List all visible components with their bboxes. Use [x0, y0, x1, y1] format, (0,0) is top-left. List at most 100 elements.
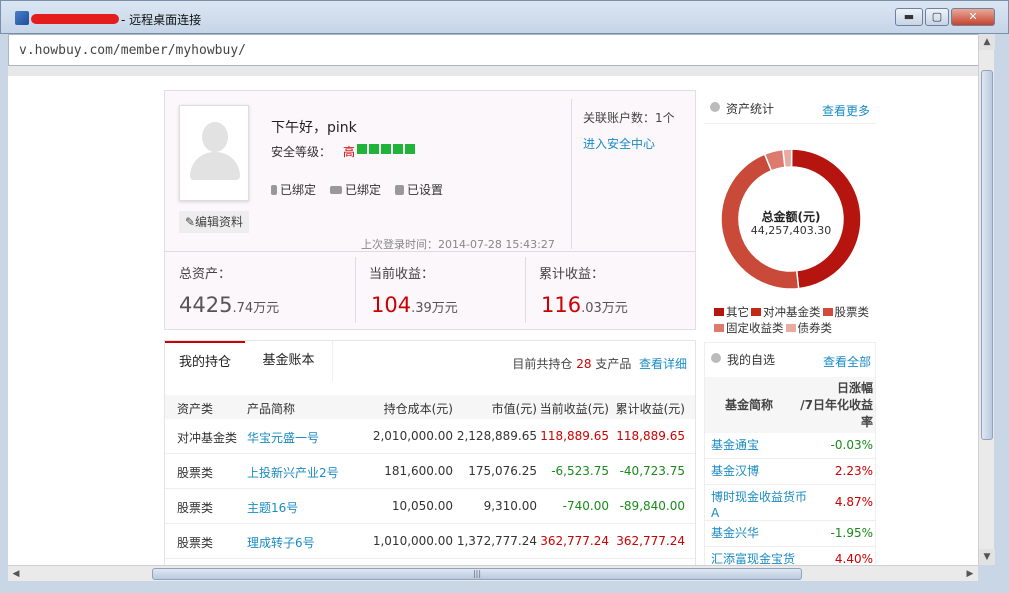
- horizontal-scroll-thumb[interactable]: |||: [152, 568, 802, 580]
- donut-center-label: 总金额(元): [761, 210, 821, 224]
- cell-product-name-link[interactable]: 华宝元盛一号: [247, 429, 319, 446]
- asset-more-link[interactable]: 查看更多: [822, 102, 870, 119]
- cell-current-income: 118,889.65: [540, 429, 609, 443]
- watchlist-row[interactable]: 基金通宝 -0.03%: [705, 433, 875, 459]
- divider: [571, 99, 572, 249]
- cell-cumulative-income: 118,889.65: [616, 429, 685, 443]
- scroll-down-arrow-icon[interactable]: ▼: [979, 549, 995, 565]
- donut-slice[interactable]: [782, 148, 793, 169]
- total-assets-dec: .74万元: [232, 301, 280, 316]
- security-bar: [381, 144, 391, 154]
- security-label: 安全等级：: [271, 145, 332, 159]
- cell-current-income: -6,523.75: [551, 464, 609, 478]
- current-income-dec: .39万元: [411, 301, 458, 316]
- watch-fund-name[interactable]: 汇添富现金宝货: [711, 551, 807, 565]
- table-row[interactable]: 股票类 上投新兴产业2号 181,600.00 175,076.25 -6,523.75…: [165, 454, 695, 489]
- cell-cost: 181,600.00: [384, 464, 453, 478]
- vertical-scrollbar[interactable]: ▲ ▼: [978, 34, 995, 565]
- cell-product-name-link[interactable]: 主题16号: [247, 499, 298, 516]
- cumulative-income-label: 累计收益：: [539, 267, 605, 282]
- holdings-panel: 我的持仓 基金账本 目前共持仓 28 支产品 查看详细 资产类 产品简称 持仓成…: [164, 340, 696, 565]
- scroll-left-arrow-icon[interactable]: ◀: [8, 566, 24, 582]
- summary-prefix: 目前共持仓: [512, 357, 573, 371]
- legend-label: 其它: [726, 305, 749, 319]
- tab-my-holdings[interactable]: 我的持仓: [165, 341, 245, 381]
- asset-stats-card: 资产统计 查看更多 总金额(元) 44,257,403.30 其它 对冲基金类 股票…: [704, 90, 876, 335]
- cumulative-income-value: 116.03万元: [541, 293, 628, 317]
- legend-item[interactable]: 固定收益类: [714, 320, 784, 336]
- watch-fund-rate: 2.23%: [834, 464, 873, 478]
- legend-swatch: [785, 324, 796, 332]
- cell-cost: 1,010,000.00: [372, 534, 453, 548]
- security-bar: [369, 144, 379, 154]
- tab-fund-ledger[interactable]: 基金账本: [245, 341, 333, 381]
- horizontal-scrollbar[interactable]: ◀ ||| ▶: [8, 565, 978, 581]
- legend-item[interactable]: 对冲基金类: [751, 304, 821, 320]
- mail-icon: [330, 185, 343, 194]
- watchlist-panel: 我的自选 查看全部 基金简称 日涨幅 /7日年化收益 率 基金通宝 -0.03% 基…: [704, 342, 876, 565]
- phone-icon: [271, 184, 277, 195]
- watchlist-row[interactable]: 汇添富现金宝货 4.40%: [705, 547, 875, 565]
- password-status-label: 已设置: [407, 183, 444, 197]
- total-assets-int: 4425: [179, 293, 233, 317]
- window-titlebar: - 远程桌面连接 ▬ ▢ ✕: [0, 0, 1009, 34]
- address-url[interactable]: v.howbuy.com/member/myhowbuy/: [19, 43, 246, 58]
- summary-count: 28: [576, 357, 592, 371]
- watch-fund-name[interactable]: 基金汉博: [711, 463, 807, 479]
- watchlist-row[interactable]: 博时现金收益货币A 4.87%: [705, 485, 875, 521]
- last-login-time: 上次登录时间：2014-07-28 15:43:27: [361, 238, 555, 251]
- watchlist-row[interactable]: 基金汉博 2.23%: [705, 459, 875, 485]
- address-bar[interactable]: v.howbuy.com/member/myhowbuy/: [8, 34, 993, 66]
- scroll-right-arrow-icon[interactable]: ▶: [962, 566, 978, 582]
- security-bar: [393, 144, 403, 154]
- watch-fund-name[interactable]: 博时现金收益货币A: [711, 489, 807, 521]
- minimize-button[interactable]: ▬: [895, 8, 923, 26]
- table-row[interactable]: 股票类 主题16号 10,050.00 9,310.00 -740.00 -89,840.…: [165, 489, 695, 524]
- table-row[interactable]: 股票类 理成转子6号 1,010,000.00 1,372,777.24 362,777…: [165, 524, 695, 559]
- maximize-button[interactable]: ▢: [925, 8, 949, 26]
- legend-item[interactable]: 股票类: [822, 304, 869, 320]
- cumulative-income-int: 116: [541, 293, 582, 317]
- row-divider: [165, 558, 695, 559]
- vertical-scroll-thumb[interactable]: [981, 70, 993, 440]
- asset-stats-header: 资产统计 查看更多: [704, 90, 876, 124]
- holdings-table-header: 资产类 产品简称 持仓成本(元) 市值(元) 当前收益(元) 累计收益(元): [165, 395, 695, 419]
- cell-market-value: 2,128,889.65: [456, 429, 537, 443]
- cell-product-name-link[interactable]: 理成转子6号: [247, 534, 315, 551]
- col-current-income: 当前收益(元): [539, 402, 609, 416]
- col-asset-type: 资产类: [177, 402, 214, 416]
- security-bar: [405, 144, 415, 154]
- scroll-up-arrow-icon[interactable]: ▲: [979, 34, 995, 50]
- redacted-host: [31, 14, 119, 24]
- legend-item[interactable]: 其它: [714, 304, 749, 320]
- edit-profile-button[interactable]: ✎编辑资料: [179, 211, 249, 233]
- legend-label: 债券类: [797, 321, 833, 335]
- donut-center-value: 44,257,403.30: [750, 224, 832, 237]
- password-status[interactable]: 已设置: [395, 181, 443, 198]
- divider: [525, 257, 526, 323]
- cell-asset-type: 股票类: [177, 466, 214, 480]
- phone-bind-status[interactable]: 已绑定: [271, 181, 316, 198]
- watch-fund-name[interactable]: 基金通宝: [711, 437, 807, 453]
- cell-product-name-link[interactable]: 上投新兴产业2号: [247, 464, 339, 481]
- watch-fund-rate: 4.40%: [834, 552, 873, 565]
- table-row[interactable]: 对冲基金类 华宝元盛一号 2,010,000.00 2,128,889.65 118,8…: [165, 419, 695, 454]
- summary-suffix: 支产品: [595, 357, 632, 371]
- close-button[interactable]: ✕: [951, 8, 995, 26]
- holdings-detail-link[interactable]: 查看详细: [639, 357, 687, 371]
- lock-icon: [395, 184, 405, 195]
- watch-fund-rate: -0.03%: [830, 438, 873, 452]
- watchlist-all-link[interactable]: 查看全部: [823, 353, 871, 370]
- security-center-link[interactable]: 进入安全中心: [583, 135, 655, 152]
- avatar[interactable]: [179, 105, 249, 201]
- col-product-name: 产品简称: [247, 402, 296, 416]
- watch-col-rate-1: 日涨幅: [836, 381, 873, 395]
- cell-cumulative-income: -40,723.75: [619, 464, 685, 478]
- email-bind-status[interactable]: 已绑定: [330, 181, 381, 198]
- watch-fund-name[interactable]: 基金兴华: [711, 525, 807, 541]
- col-cumulative-income: 累计收益(元): [615, 402, 685, 416]
- watchlist-row[interactable]: 基金兴华 -1.95%: [705, 521, 875, 547]
- legend-swatch: [751, 308, 761, 316]
- legend-item[interactable]: 债券类: [785, 320, 833, 336]
- cell-market-value: 175,076.25: [468, 464, 537, 478]
